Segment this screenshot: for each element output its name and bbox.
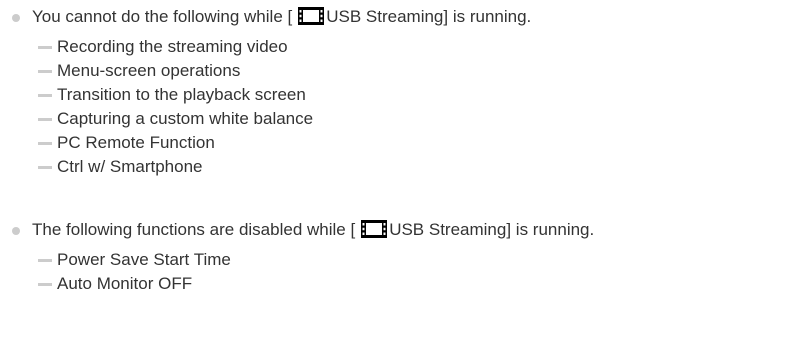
list-item: Power Save Start Time — [38, 248, 594, 272]
list-item: Auto Monitor OFF — [38, 272, 594, 296]
dash-icon — [38, 259, 52, 262]
note-heading-suffix: USB Streaming] is running. — [389, 220, 595, 239]
bullet-dot-icon — [12, 14, 20, 22]
dash-icon — [38, 94, 52, 97]
list-item: PC Remote Function — [38, 131, 531, 155]
list-item-label: Capturing a custom white balance — [57, 109, 314, 128]
dash-icon — [38, 142, 52, 145]
restriction-list: Recording the streaming video Menu-scree… — [0, 35, 531, 179]
list-item-label: Menu-screen operations — [57, 61, 241, 80]
movie-mode-icon — [361, 220, 388, 238]
dash-icon — [38, 46, 52, 49]
list-item: Menu-screen operations — [38, 59, 531, 83]
dash-icon — [38, 118, 52, 121]
dash-icon — [38, 166, 52, 169]
dash-icon — [38, 70, 52, 73]
disabled-function-list: Power Save Start Time Auto Monitor OFF — [0, 248, 594, 296]
list-item: Recording the streaming video — [38, 35, 531, 59]
list-item-label: Ctrl w/ Smartphone — [57, 157, 203, 176]
notes-section: You cannot do the following while [ USB … — [0, 0, 797, 349]
list-item-label: Power Save Start Time — [57, 250, 231, 269]
list-item-label: Auto Monitor OFF — [57, 274, 193, 293]
list-item: Transition to the playback screen — [38, 83, 531, 107]
bullet-dot-icon — [12, 227, 20, 235]
note-heading-prefix: You cannot do the following while [ — [32, 7, 293, 26]
note-disabled-functions: The following functions are disabled whi… — [0, 217, 594, 296]
note-usb-streaming-restrictions: You cannot do the following while [ USB … — [0, 4, 531, 179]
list-item-label: Transition to the playback screen — [57, 85, 306, 104]
list-item: Capturing a custom white balance — [38, 107, 531, 131]
note-heading: You cannot do the following while [ USB … — [0, 4, 531, 30]
movie-mode-icon — [298, 7, 325, 25]
note-heading-prefix: The following functions are disabled whi… — [32, 220, 356, 239]
list-item: Ctrl w/ Smartphone — [38, 155, 531, 179]
list-item-label: Recording the streaming video — [57, 37, 288, 56]
note-heading: The following functions are disabled whi… — [0, 217, 594, 243]
dash-icon — [38, 283, 52, 286]
note-heading-suffix: USB Streaming] is running. — [326, 7, 532, 26]
list-item-label: PC Remote Function — [57, 133, 215, 152]
